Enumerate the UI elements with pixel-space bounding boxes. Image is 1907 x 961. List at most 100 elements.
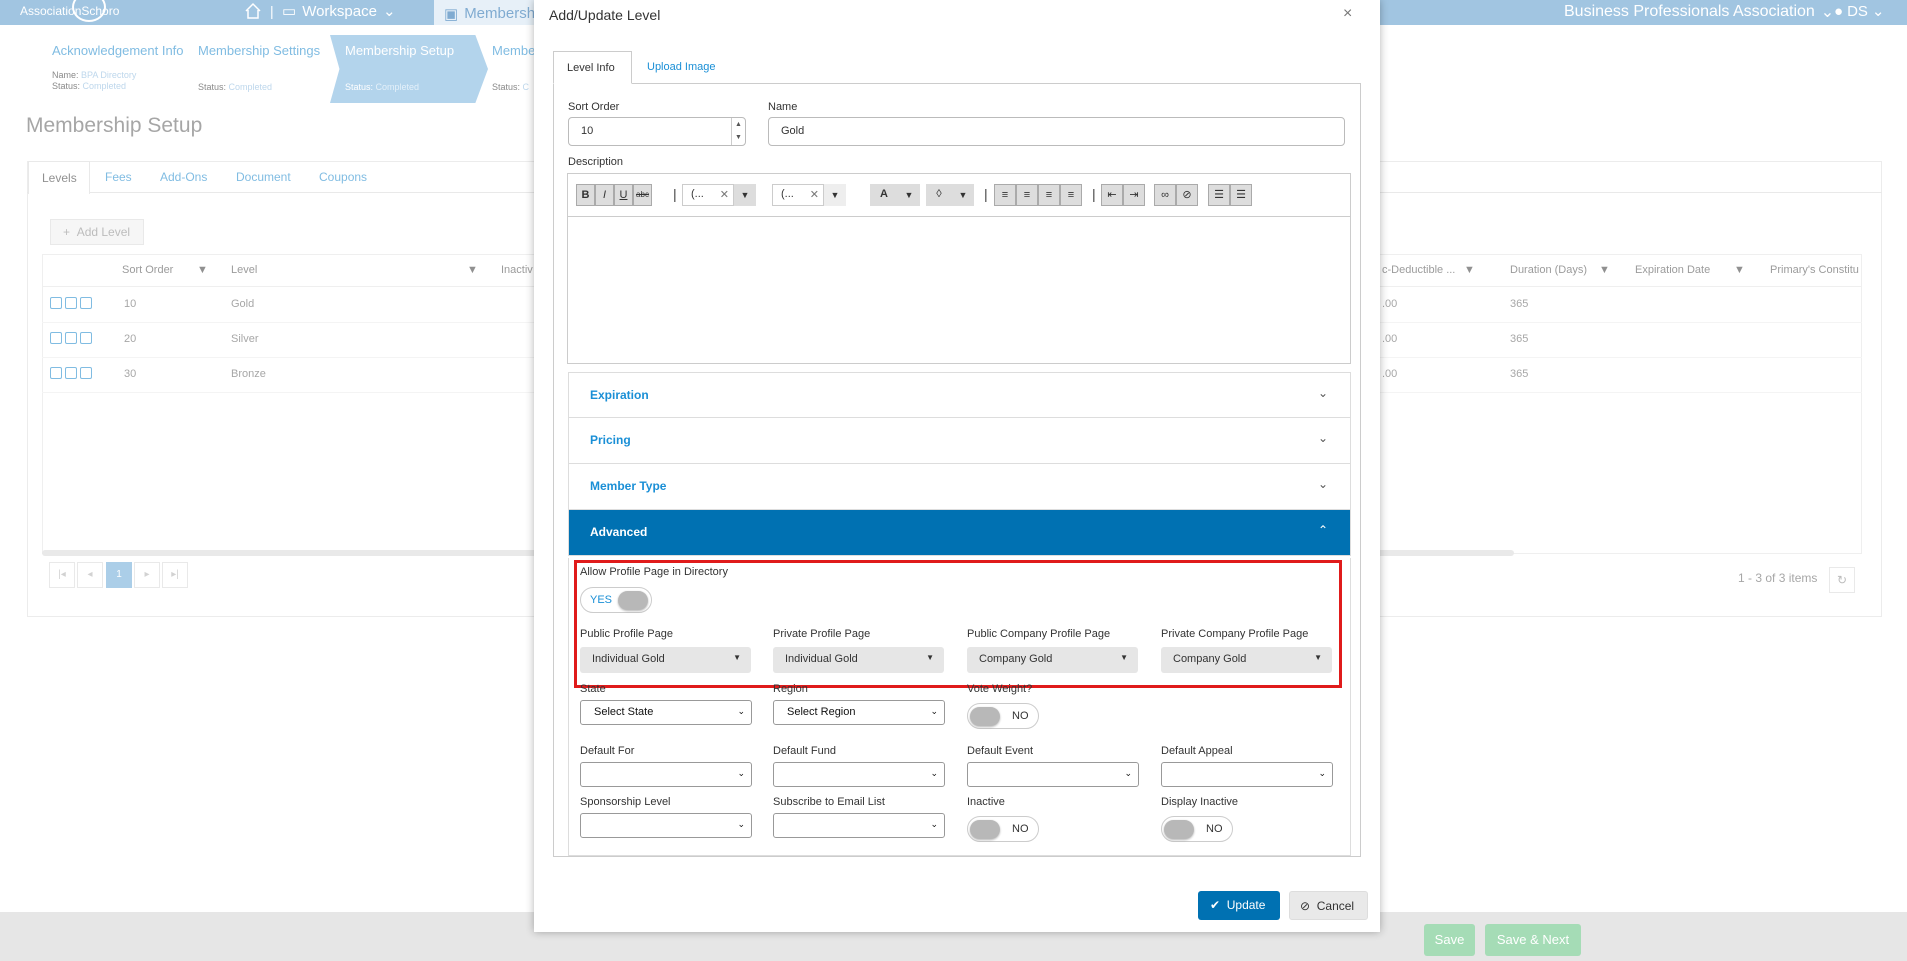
background-color-dropdown-icon[interactable]: ▼ — [952, 184, 974, 206]
name-value: Gold — [781, 125, 805, 137]
bold-button[interactable]: B — [576, 184, 595, 206]
inactive-label: Inactive — [967, 796, 1005, 808]
toolbar-divider: | — [673, 186, 677, 202]
unlink-icon[interactable]: ⊘ — [1176, 184, 1198, 206]
toggle-state: NO — [1012, 710, 1029, 722]
sort-order-value: 10 — [581, 125, 594, 137]
toggle-knob — [1164, 820, 1194, 839]
ordered-list-icon[interactable]: ☰ — [1208, 184, 1230, 206]
modal-title: Add/Update Level — [549, 7, 661, 23]
font-size-dropdown-icon[interactable]: ▼ — [824, 184, 846, 206]
save-button[interactable]: Save — [1424, 924, 1475, 956]
spin-down-icon[interactable]: ▼ — [732, 131, 745, 144]
editor-toolbar: B I U abc | (... ✕ ▼ (... ✕ ▼ A ▼ ◊ ▼ | ≡ … — [568, 174, 1350, 217]
sponsorship-select[interactable]: ⌄ — [580, 813, 752, 838]
sort-order-spinner[interactable]: ▲ ▼ — [731, 118, 745, 145]
font-color-dropdown-icon[interactable]: ▼ — [898, 184, 920, 206]
default-for-label: Default For — [580, 745, 635, 757]
italic-button[interactable]: I — [595, 184, 614, 206]
region-select[interactable]: Select Region ⌄ — [773, 700, 945, 725]
email-list-label: Subscribe to Email List — [773, 796, 885, 808]
strikethrough-button[interactable]: abc — [633, 184, 652, 206]
chevron-down-icon: ⌄ — [1317, 386, 1328, 400]
spin-up-icon[interactable]: ▲ — [732, 118, 745, 131]
highlight-box — [574, 560, 1342, 688]
chevron-down-icon: ⌄ — [930, 819, 938, 829]
justify-icon[interactable]: ≡ — [1060, 184, 1082, 206]
inactive-toggle[interactable]: NO — [967, 816, 1039, 842]
default-for-select[interactable]: ⌄ — [580, 762, 752, 787]
display-inactive-toggle[interactable]: NO — [1161, 816, 1233, 842]
toggle-knob — [970, 820, 1000, 839]
close-icon[interactable]: × — [1343, 5, 1352, 23]
tab-upload-image[interactable]: Upload Image — [647, 61, 716, 73]
cancel-label: Cancel — [1316, 899, 1355, 913]
accordion-title: Advanced — [590, 525, 648, 539]
update-button[interactable]: ✔ Update — [1198, 891, 1280, 920]
chevron-down-icon: ⌄ — [1317, 477, 1328, 491]
accordion-member-type[interactable]: Member Type ⌄ — [568, 464, 1351, 510]
cancel-button[interactable]: ⊘ Cancel — [1289, 891, 1368, 920]
chevron-down-icon: ⌄ — [1124, 768, 1132, 778]
tab-level-info[interactable]: Level Info — [553, 51, 632, 84]
chevron-down-icon: ⌄ — [1318, 768, 1326, 778]
chevron-up-icon: ⌃ — [1317, 523, 1328, 537]
region-label: Region — [773, 683, 808, 695]
chevron-down-icon: ⌄ — [737, 819, 745, 829]
align-left-icon[interactable]: ≡ — [994, 184, 1016, 206]
vote-weight-toggle[interactable]: NO — [967, 703, 1039, 729]
vote-weight-label: Vote Weight? — [967, 683, 1033, 695]
chevron-down-icon: ⌄ — [930, 768, 938, 778]
chevron-down-icon: ⌄ — [1317, 431, 1328, 445]
toggle-knob — [970, 707, 1000, 726]
accordion-title: Pricing — [590, 433, 631, 447]
accordion-title: Expiration — [590, 388, 649, 402]
chevron-down-icon: ⌄ — [737, 706, 745, 716]
underline-button[interactable]: U — [614, 184, 633, 206]
update-label: Update — [1226, 898, 1266, 912]
select-value: Select State — [594, 706, 654, 718]
state-label: State — [580, 683, 606, 695]
save-next-button[interactable]: Save & Next — [1485, 924, 1581, 956]
default-event-label: Default Event — [967, 745, 1034, 757]
outdent-icon[interactable]: ⇤ — [1101, 184, 1123, 206]
accordion-expiration[interactable]: Expiration ⌄ — [568, 372, 1351, 418]
unordered-list-icon[interactable]: ☰ — [1230, 184, 1252, 206]
font-family-select[interactable]: (... ✕ — [682, 184, 734, 206]
toolbar-divider: | — [1092, 186, 1096, 202]
description-label: Description — [568, 156, 624, 168]
default-fund-select[interactable]: ⌄ — [773, 762, 945, 787]
state-select[interactable]: Select State ⌄ — [580, 700, 752, 725]
insert-link-icon[interactable]: ∞ — [1154, 184, 1176, 206]
align-right-icon[interactable]: ≡ — [1038, 184, 1060, 206]
font-color-button[interactable]: A — [870, 184, 898, 206]
sponsorship-label: Sponsorship Level — [580, 796, 671, 808]
background-color-icon[interactable]: ◊ — [926, 184, 952, 206]
cancel-icon: ⊘ — [1300, 899, 1311, 913]
chevron-down-icon: ⌄ — [930, 706, 938, 716]
sort-order-input[interactable]: 10 ▲ ▼ — [568, 117, 746, 146]
accordion-pricing[interactable]: Pricing ⌄ — [568, 418, 1351, 464]
default-appeal-select[interactable]: ⌄ — [1161, 762, 1333, 787]
name-input[interactable]: Gold — [768, 117, 1345, 146]
toolbar-divider: | — [984, 186, 988, 202]
clear-icon[interactable]: ✕ — [810, 188, 819, 201]
toggle-state: NO — [1012, 823, 1029, 835]
default-appeal-label: Default Appeal — [1161, 745, 1233, 757]
accordion-title: Member Type — [590, 479, 667, 493]
toggle-state: NO — [1206, 823, 1223, 835]
select-value: Select Region — [787, 706, 856, 718]
default-event-select[interactable]: ⌄ — [967, 762, 1139, 787]
chevron-down-icon: ⌄ — [737, 768, 745, 778]
name-label: Name — [768, 101, 798, 113]
font-family-dropdown-icon[interactable]: ▼ — [734, 184, 756, 206]
indent-icon[interactable]: ⇥ — [1123, 184, 1145, 206]
font-family-value: (... — [691, 188, 704, 200]
font-size-value: (... — [781, 188, 794, 200]
align-center-icon[interactable]: ≡ — [1016, 184, 1038, 206]
font-size-select[interactable]: (... ✕ — [772, 184, 824, 206]
clear-icon[interactable]: ✕ — [720, 188, 729, 201]
default-fund-label: Default Fund — [773, 745, 836, 757]
email-list-select[interactable]: ⌄ — [773, 813, 945, 838]
accordion-advanced[interactable]: Advanced ⌃ — [568, 510, 1351, 556]
